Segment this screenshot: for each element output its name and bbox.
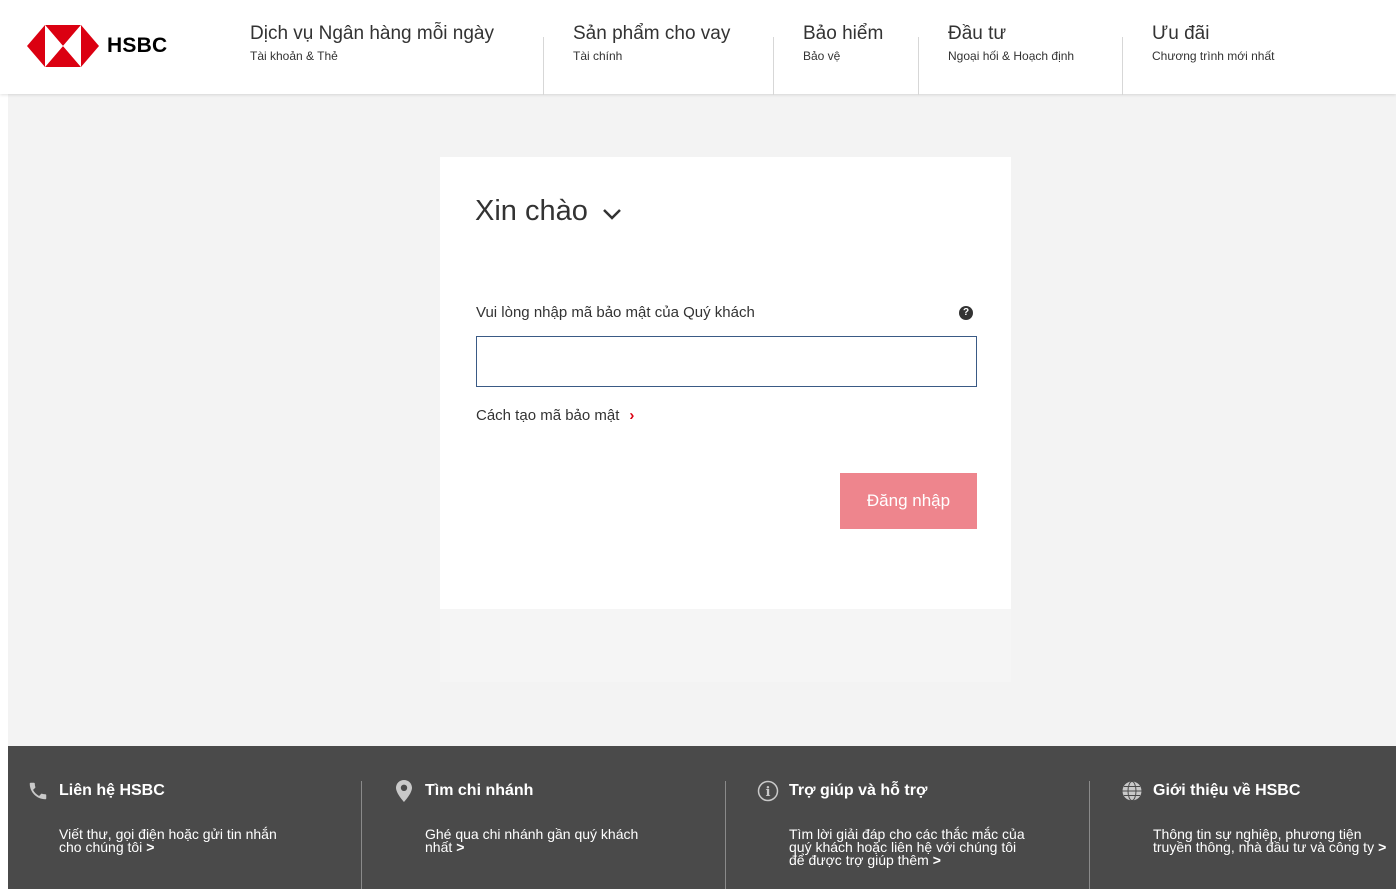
footer-title: Liên hệ HSBC [59, 782, 165, 799]
nav-item-title: Dịch vụ Ngân hàng mỗi ngày [250, 23, 494, 44]
howto-link-text: Cách tạo mã bảo mật [476, 407, 620, 424]
footer-title: Giới thiệu về HSBC [1153, 782, 1301, 799]
phone-icon [25, 780, 51, 802]
chevron-right-icon: › [629, 407, 635, 424]
nav-item-title: Bảo hiểm [803, 23, 884, 44]
location-pin-icon [391, 780, 417, 802]
footer-desc: Tìm lời giải đáp cho các thắc mắc của qu… [789, 826, 1025, 868]
footer-divider [725, 781, 726, 889]
nav-item-subtitle: Chương trình mới nhất [1152, 49, 1275, 63]
hsbc-hexagon-icon [27, 25, 99, 67]
security-code-input[interactable] [476, 336, 977, 387]
chevron-right-icon: > [1378, 839, 1387, 855]
footer-title: Trợ giúp và hỗ trợ [789, 782, 928, 799]
globe-icon [1119, 780, 1145, 802]
hsbc-logo[interactable]: HSBC [27, 25, 167, 67]
brand-name: HSBC [107, 34, 168, 57]
login-card: Xin chào Vui lòng nhập mã bảo mật của Qu… [440, 157, 1011, 609]
nav-item-banking[interactable]: Dịch vụ Ngân hàng mỗi ngày Tài khoản & T… [250, 23, 494, 71]
nav-item-subtitle: Tài khoản & Thẻ [250, 49, 338, 63]
nav-item-subtitle: Bảo vệ [803, 49, 841, 63]
login-button[interactable]: Đăng nhập [840, 473, 977, 529]
chevron-down-icon [602, 208, 621, 220]
help-icon[interactable]: ? [959, 306, 973, 320]
footer-help[interactable]: i Trợ giúp và hỗ trợ Tìm lời giải đáp ch… [755, 780, 1029, 867]
footer-about[interactable]: Giới thiệu về HSBC Thông tin sự nghiệp, … [1119, 780, 1393, 854]
top-header: HSBC Dịch vụ Ngân hàng mỗi ngày Tài khoả… [0, 0, 1396, 95]
footer-branch[interactable]: Tìm chi nhánh Ghé qua chi nhánh gần quý … [391, 780, 665, 854]
nav-item-loans[interactable]: Sản phẩm cho vay Tài chính [573, 23, 730, 71]
nav-divider [918, 37, 919, 95]
security-code-label: Vui lòng nhập mã bảo mật của Quý khách [476, 304, 755, 321]
footer-desc: Viết thư, gọi điện hoặc gửi tin nhắn cho… [59, 826, 277, 855]
info-icon: i [755, 780, 781, 802]
nav-divider [773, 37, 774, 95]
nav-item-title: Đầu tư [948, 23, 1007, 44]
nav-item-title: Sản phẩm cho vay [573, 23, 731, 44]
footer-desc: Thông tin sự nghiệp, phương tiện truyền … [1153, 826, 1375, 855]
nav-item-subtitle: Ngoại hối & Hoạch định [948, 49, 1075, 63]
page-footer: Liên hệ HSBC Viết thư, gọi điện hoặc gửi… [8, 746, 1396, 889]
howto-security-code-link[interactable]: Cách tạo mã bảo mật › [476, 407, 634, 424]
greeting-toggle[interactable]: Xin chào [475, 195, 622, 228]
nav-item-subtitle: Tài chính [573, 49, 623, 63]
nav-item-insurance[interactable]: Bảo hiểm Bảo vệ [803, 23, 883, 71]
chevron-right-icon: > [932, 852, 941, 868]
left-edge [0, 0, 8, 889]
chevron-right-icon: > [456, 839, 465, 855]
footer-contact[interactable]: Liên hệ HSBC Viết thư, gọi điện hoặc gửi… [25, 780, 299, 854]
nav-item-offers[interactable]: Ưu đãi Chương trình mới nhất [1152, 23, 1275, 71]
footer-title: Tìm chi nhánh [425, 782, 534, 799]
svg-text:i: i [766, 785, 771, 800]
nav-divider [543, 37, 544, 95]
nav-item-investment[interactable]: Đầu tư Ngoại hối & Hoạch định [948, 23, 1074, 71]
greeting-text: Xin chào [475, 195, 588, 227]
chevron-right-icon: > [146, 839, 155, 855]
nav-item-title: Ưu đãi [1152, 23, 1210, 44]
footer-divider [361, 781, 362, 889]
nav-divider [1122, 37, 1123, 95]
footer-divider [1089, 781, 1090, 889]
login-card-footer [440, 609, 1011, 682]
